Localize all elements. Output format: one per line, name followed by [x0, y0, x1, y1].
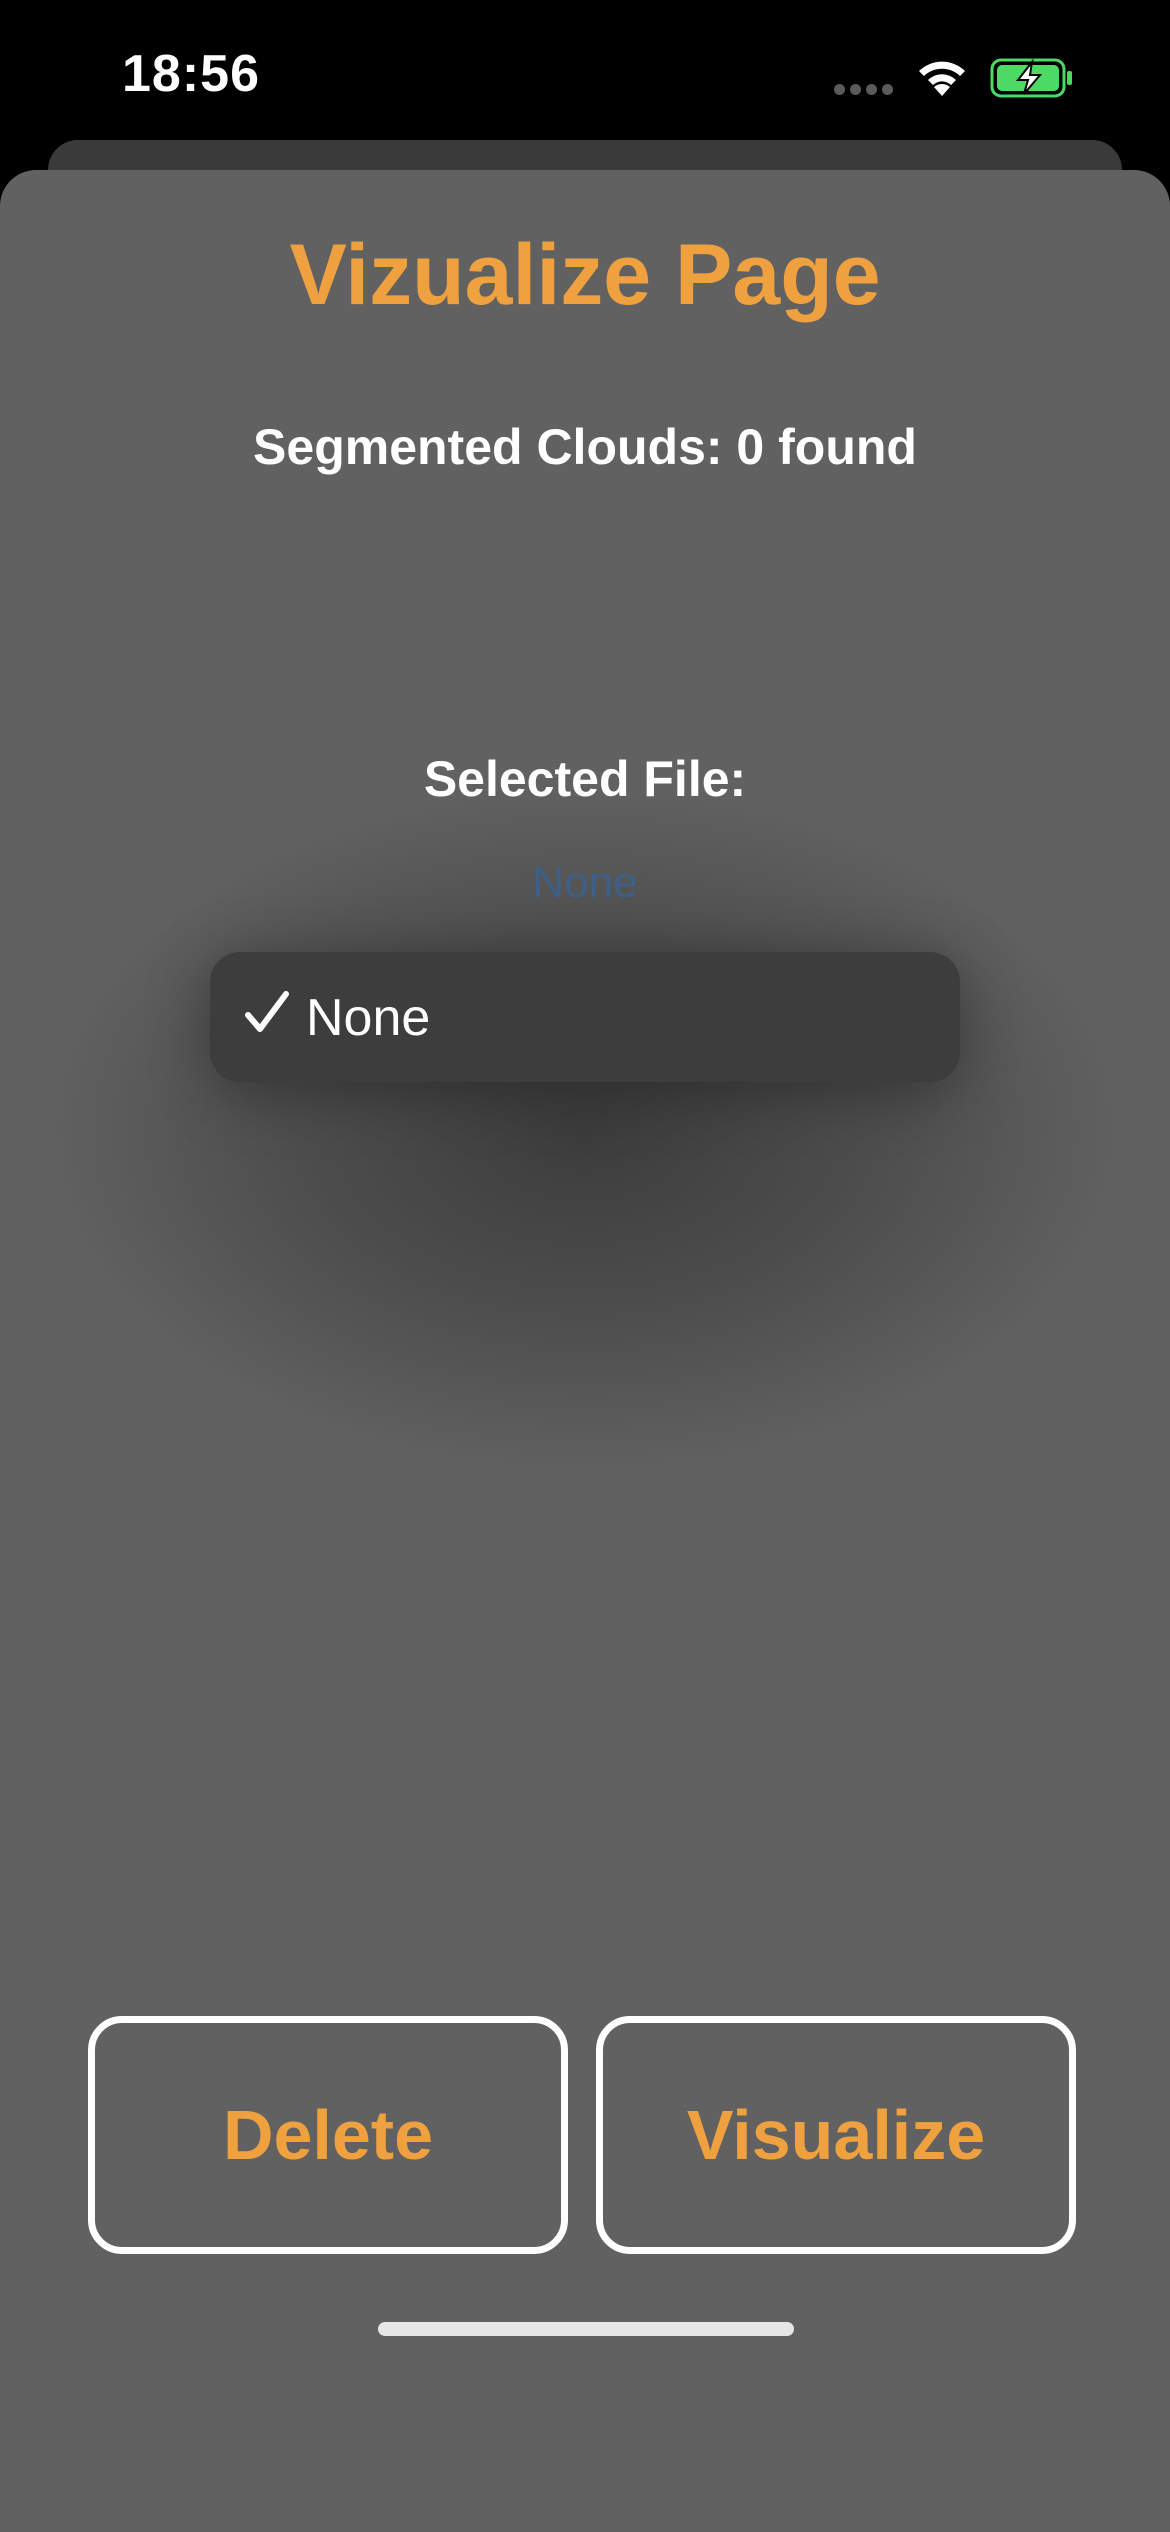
page-title: Vizualize Page — [289, 227, 881, 323]
selected-file-picker[interactable]: None — [0, 858, 1170, 908]
visualize-button[interactable]: Visualize — [596, 2016, 1076, 2254]
menu-item-label: None — [306, 989, 431, 1047]
delete-button[interactable]: Delete — [88, 2016, 568, 2254]
file-picker-menu: None — [210, 952, 960, 1082]
wifi-icon — [919, 61, 965, 96]
battery-charging-icon — [990, 58, 1072, 98]
status-time: 18:56 — [122, 45, 260, 103]
screen: 18:56 Vizualize Page Segmented Clouds: 0… — [0, 0, 1170, 2532]
signal-dots-icon — [834, 84, 894, 96]
checkmark-icon — [245, 991, 289, 1032]
home-indicator[interactable] — [378, 2322, 794, 2336]
menu-item-none[interactable]: None — [210, 952, 960, 1082]
selected-file-label: Selected File: — [423, 751, 747, 807]
status-bar: 18:56 — [0, 0, 1170, 150]
segmented-clouds-count: Segmented Clouds: 0 found — [253, 419, 917, 475]
status-icons — [834, 52, 1094, 102]
